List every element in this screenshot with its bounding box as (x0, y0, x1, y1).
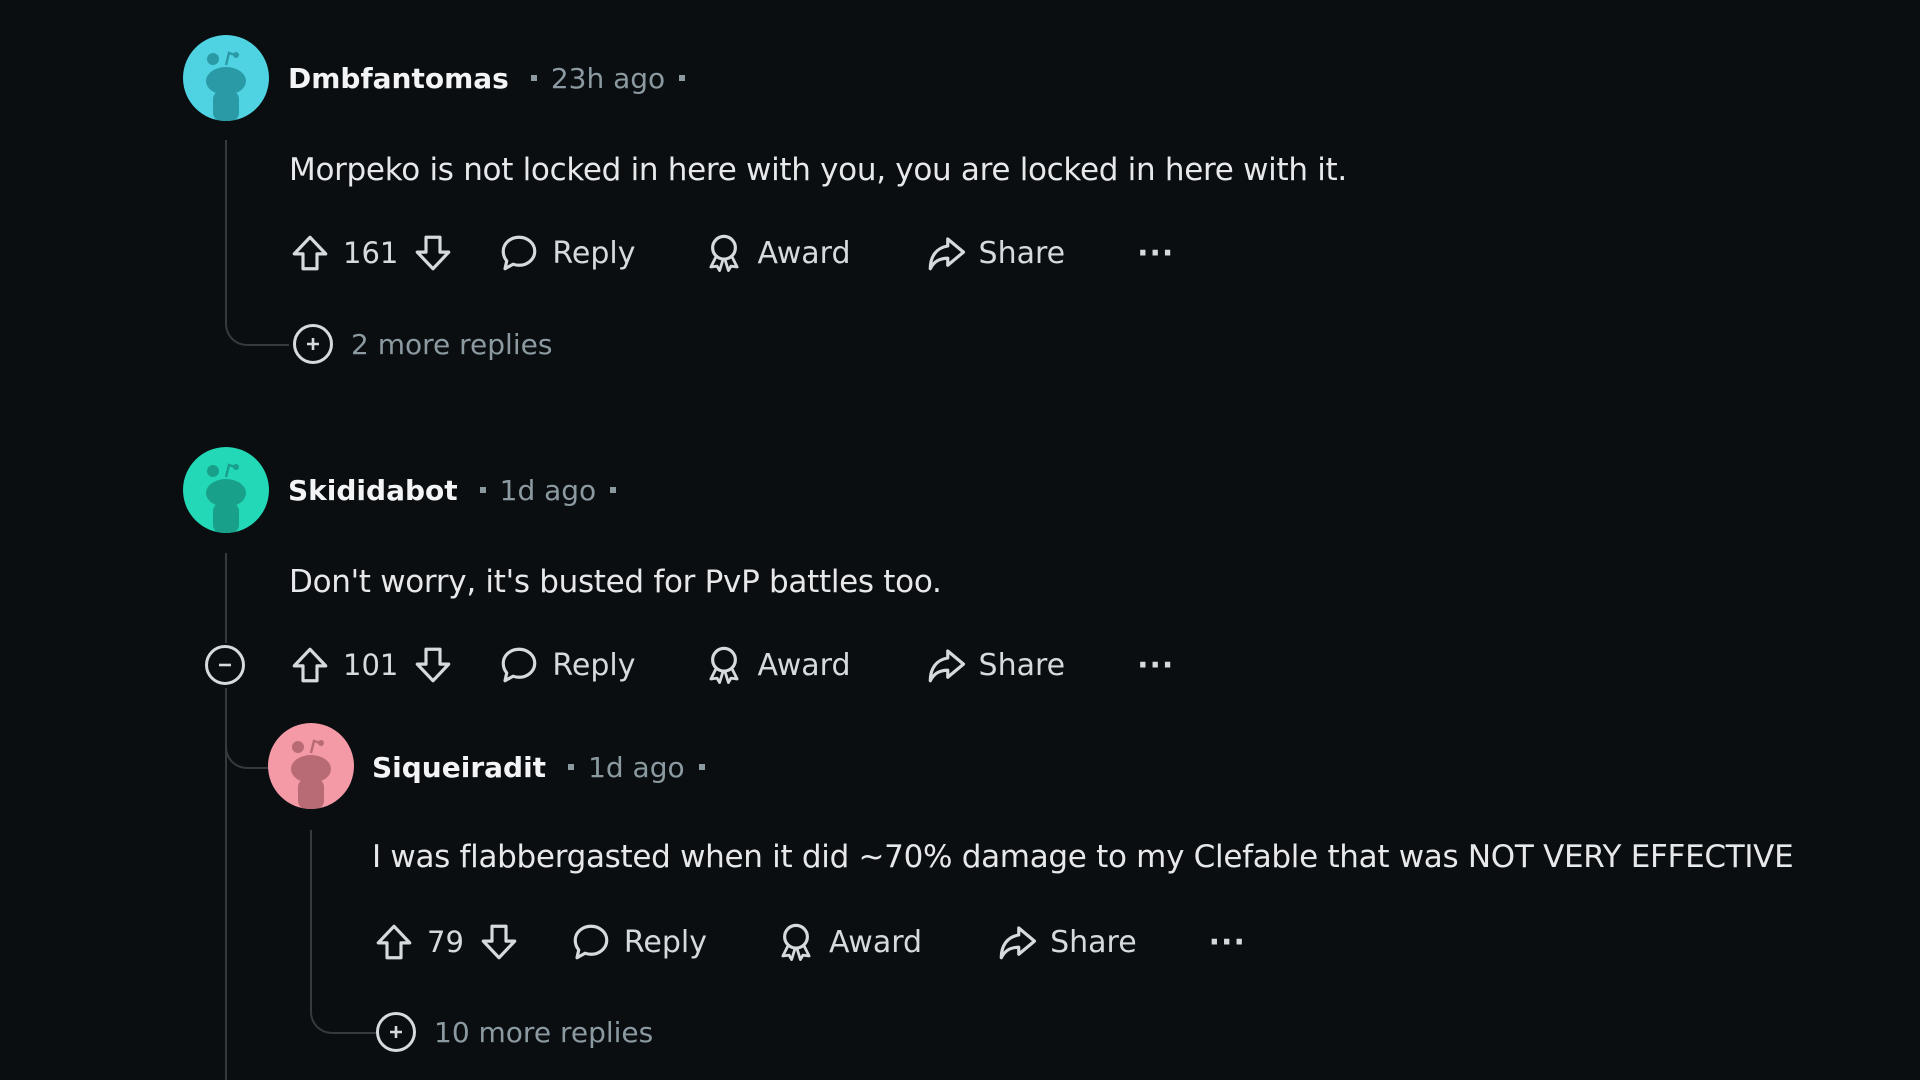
comment-meta: 1d ago (546, 751, 719, 784)
avatar[interactable] (183, 447, 269, 533)
share-label: Share (1050, 924, 1137, 960)
timestamp[interactable]: 1d ago (500, 474, 597, 507)
share-button[interactable]: Share (996, 921, 1137, 963)
more-replies-label: 2 more replies (351, 327, 553, 361)
separator-dot (479, 487, 486, 493)
upvote-icon (289, 644, 331, 686)
award-label: Award (757, 235, 851, 271)
separator-dot (568, 764, 575, 770)
comment-body: I was flabbergasted when it did ~70% dam… (372, 839, 1794, 875)
share-button[interactable]: Share (925, 232, 1066, 274)
share-icon (925, 232, 967, 274)
comment-meta: 23h ago (509, 62, 699, 95)
reply-button[interactable]: Reply (498, 232, 635, 274)
more-options-button[interactable]: ··· (1209, 925, 1246, 960)
collapse-minus-icon (219, 663, 231, 667)
upvote-button[interactable] (289, 644, 331, 686)
avatar[interactable] (268, 723, 354, 809)
comment-bubble-icon (498, 644, 540, 686)
reply-label: Reply (552, 235, 636, 271)
vote-count: 79 (427, 925, 464, 959)
separator-dot (679, 75, 686, 81)
thread-connector (225, 700, 271, 769)
award-icon (775, 921, 817, 963)
downvote-button[interactable] (412, 232, 454, 274)
upvote-button[interactable] (289, 232, 331, 274)
reply-label: Reply (623, 924, 707, 960)
timestamp[interactable]: 23h ago (551, 62, 665, 95)
comment-header: Dmbfantomas 23h ago (288, 58, 699, 98)
thread-line[interactable] (225, 553, 227, 643)
share-icon (996, 921, 1038, 963)
reply-button[interactable]: Reply (498, 644, 635, 686)
award-icon (703, 644, 745, 686)
vote-count: 101 (343, 648, 399, 682)
downvote-icon (412, 232, 454, 274)
upvote-icon (289, 232, 331, 274)
vote-count: 161 (343, 236, 399, 270)
share-label: Share (978, 235, 1066, 271)
separator-dot (698, 764, 705, 770)
comment-actions: 79 Reply Award Share ··· (373, 917, 1246, 967)
expand-plus-icon (376, 1012, 416, 1052)
thread-line[interactable] (225, 140, 227, 300)
upvote-icon (373, 921, 415, 963)
comment-actions: 161 Reply Award Share ··· (289, 228, 1174, 278)
ellipsis-icon: ··· (1137, 647, 1175, 683)
upvote-button[interactable] (373, 921, 415, 963)
award-label: Award (757, 647, 851, 683)
downvote-button[interactable] (478, 921, 520, 963)
downvote-icon (478, 921, 520, 963)
more-replies-link[interactable]: 10 more replies (376, 1012, 653, 1052)
award-icon (703, 232, 745, 274)
comment-bubble-icon (498, 232, 540, 274)
award-button[interactable]: Award (703, 232, 851, 274)
separator-dot (530, 75, 537, 81)
share-button[interactable]: Share (925, 644, 1066, 686)
more-replies-label: 10 more replies (434, 1015, 654, 1049)
comment-actions: 101 Reply Award Share ··· (289, 640, 1174, 690)
award-label: Award (829, 924, 923, 960)
share-icon (925, 644, 967, 686)
share-label: Share (978, 647, 1066, 683)
comment-header: Skididabot 1d ago (288, 470, 630, 510)
award-button[interactable]: Award (775, 921, 922, 963)
more-options-button[interactable]: ··· (1137, 648, 1174, 683)
collapse-button[interactable] (205, 645, 245, 685)
downvote-button[interactable] (412, 644, 454, 686)
username[interactable]: Siqueiradit (372, 751, 546, 784)
snoo-avatar-icon (268, 723, 354, 809)
more-options-button[interactable]: ··· (1137, 236, 1174, 271)
avatar[interactable] (183, 35, 269, 121)
ellipsis-icon: ··· (1208, 924, 1246, 960)
downvote-icon (412, 644, 454, 686)
username[interactable]: Dmbfantomas (288, 62, 509, 95)
reply-label: Reply (552, 647, 636, 683)
more-replies-link[interactable]: 2 more replies (293, 324, 552, 364)
snoo-avatar-icon (183, 447, 269, 533)
reply-button[interactable]: Reply (570, 921, 707, 963)
award-button[interactable]: Award (703, 644, 851, 686)
expand-plus-icon (293, 324, 333, 364)
timestamp[interactable]: 1d ago (588, 751, 685, 784)
thread-line[interactable] (310, 830, 312, 990)
comment-body: Morpeko is not locked in here with you, … (289, 152, 1347, 188)
comment-bubble-icon (570, 921, 612, 963)
comment-meta: 1d ago (458, 474, 631, 507)
comment-header: Siqueiradit 1d ago (372, 747, 719, 787)
snoo-avatar-icon (183, 35, 269, 121)
ellipsis-icon: ··· (1137, 235, 1175, 271)
thread-connector (225, 290, 289, 346)
username[interactable]: Skididabot (288, 474, 458, 507)
separator-dot (610, 487, 617, 493)
comment-body: Don't worry, it's busted for PvP battles… (289, 564, 942, 600)
thread-connector (310, 980, 378, 1034)
